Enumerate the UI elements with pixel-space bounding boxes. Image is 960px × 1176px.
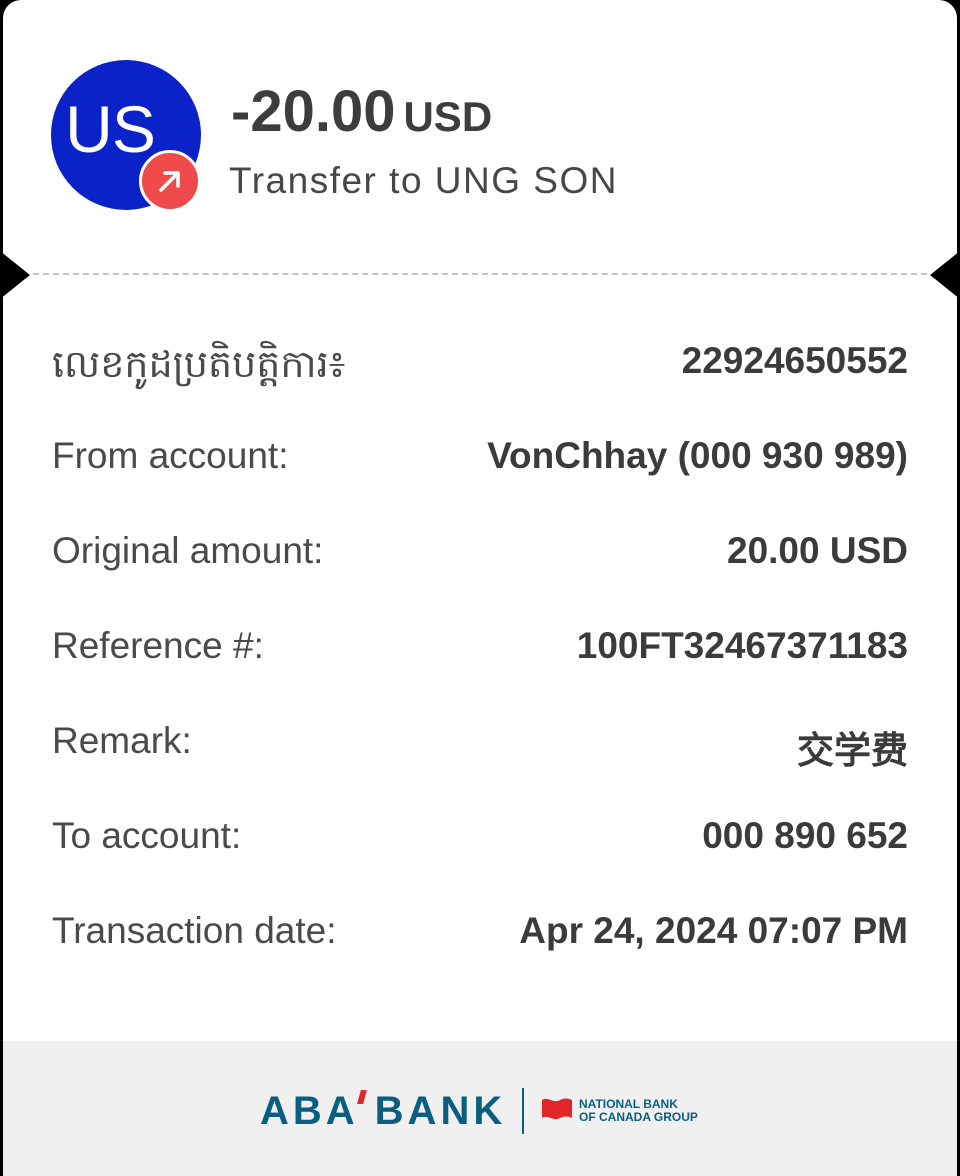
detail-label: Original amount:: [52, 530, 324, 571]
receipt-footer: ABA BANK NATIONAL BANK OF CANADA GROUP: [3, 1041, 957, 1176]
detail-label: Remark:: [52, 720, 192, 761]
national-bank-flag-icon: [542, 1098, 572, 1120]
transaction-description: Transfer to UNG SON: [229, 160, 618, 201]
receipt-notch-right: [930, 251, 957, 299]
bank-logo-text: BANK: [374, 1089, 507, 1133]
transaction-details: លេខកូដប្រតិបត្តិការ៖ 22924650552 From ac…: [52, 340, 908, 1005]
detail-row-to-account: To account: 000 890 652: [52, 815, 908, 910]
amount-currency: USD: [403, 93, 493, 140]
detail-label: To account:: [52, 815, 242, 856]
recipient-avatar: US: [51, 60, 201, 212]
transaction-receipt: US -20.00 USD Transfer to UNG SON លេខកូដប…: [3, 0, 957, 1176]
avatar-initials: US: [65, 92, 156, 166]
detail-value: 000 890 652: [702, 815, 908, 856]
detail-label: Reference #:: [52, 625, 264, 666]
detail-row-remark: Remark: 交学费: [52, 720, 908, 815]
detail-row-transaction-id: លេខកូដប្រតិបត្តិការ៖ 22924650552: [52, 340, 908, 435]
detail-label: From account:: [52, 435, 289, 476]
detail-row-transaction-date: Transaction date: Apr 24, 2024 07:07 PM: [52, 910, 908, 1005]
outgoing-transfer-icon: [139, 150, 201, 212]
group-tagline-line2: OF CANADA GROUP: [579, 1110, 698, 1124]
tear-line-divider: [33, 273, 927, 275]
detail-row-original-amount: Original amount: 20.00 USD: [52, 530, 908, 625]
aba-bank-logo: ABA BANK: [260, 1089, 506, 1134]
detail-value: 交学费: [797, 730, 908, 771]
detail-value: Apr 24, 2024 07:07 PM: [519, 910, 908, 951]
detail-row-from-account: From account: VonChhay (000 930 989): [52, 435, 908, 530]
detail-value: VonChhay (000 930 989): [487, 435, 908, 476]
logo-separator: [522, 1088, 524, 1134]
detail-row-reference: Reference #: 100FT32467371183: [52, 625, 908, 720]
transaction-amount: -20.00 USD: [231, 78, 492, 145]
detail-value: 22924650552: [681, 340, 908, 381]
receipt-notch-left: [3, 251, 30, 299]
detail-value: 20.00 USD: [727, 530, 908, 571]
detail-label: Transaction date:: [52, 910, 337, 951]
group-tagline: NATIONAL BANK OF CANADA GROUP: [579, 1098, 698, 1124]
detail-label: លេខកូដប្រតិបត្តិការ៖: [52, 344, 346, 386]
amount-value: -20.00: [231, 79, 396, 144]
detail-value: 100FT32467371183: [576, 625, 908, 666]
aba-logo-text: ABA: [260, 1089, 359, 1133]
